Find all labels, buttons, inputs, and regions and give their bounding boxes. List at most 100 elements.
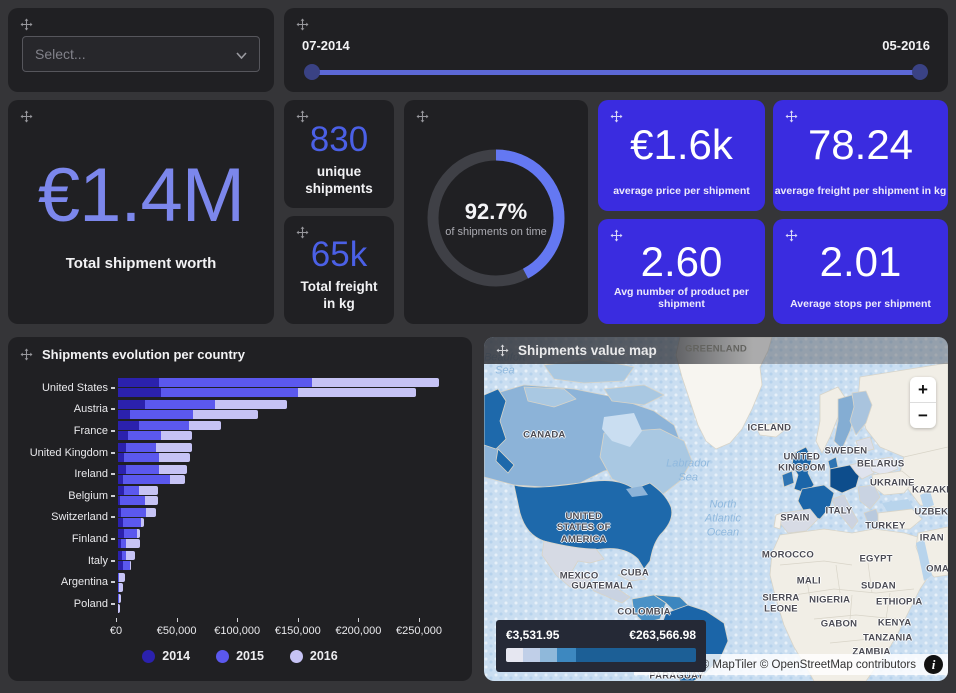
country-select[interactable]: Select...	[22, 36, 260, 72]
stacked-bar	[118, 561, 135, 570]
avg-products-label: Avg number of product per shipment	[598, 286, 765, 310]
x-tick-label: €50,000	[157, 625, 197, 637]
stacked-bar	[118, 508, 156, 517]
legend-gradient-bar	[506, 648, 696, 662]
legend-max-value: €263,566.98	[629, 628, 696, 642]
drag-handle-icon[interactable]	[416, 110, 429, 123]
legend-dot	[142, 650, 155, 663]
map-country-label: MOROCCO	[762, 550, 814, 561]
stacked-bar	[118, 410, 287, 419]
range-end-label: 05-2016	[882, 38, 930, 53]
total-worth-label: Total shipment worth	[66, 255, 217, 272]
unique-shipments-card: 830 unique shipments	[284, 100, 394, 208]
stacked-bar	[118, 604, 121, 613]
legend-min-value: €3,531.95	[506, 628, 559, 642]
select-placeholder: Select...	[35, 46, 86, 62]
avg-products-card: 2.60 Avg number of product per shipment	[598, 219, 765, 324]
map-country-label: TANZANIA	[863, 632, 912, 643]
date-range-card: 07-2014 05-2016	[284, 8, 948, 92]
legend-gradient-step	[506, 648, 523, 662]
legend-label: 2014	[162, 649, 190, 663]
bar-group: United Kingdom	[18, 442, 468, 464]
y-tick	[111, 473, 115, 475]
country-label: Austria	[18, 403, 108, 415]
stacked-bar	[118, 388, 439, 397]
map-country-label: UNITED STATES OF AMERICA	[557, 511, 611, 545]
map-country-label: CUBA	[621, 567, 649, 578]
bar-group: France	[18, 420, 468, 442]
date-range-slider[interactable]	[308, 64, 924, 80]
map-country-label: GUATEMALA	[571, 581, 633, 592]
x-tick-label: €100,000	[214, 625, 260, 637]
total-freight-card: 65k Total freight in kg	[284, 216, 394, 324]
bar-group: Austria	[18, 399, 468, 421]
country-label: Finland	[18, 533, 108, 545]
x-tick-label: €150,000	[275, 625, 321, 637]
map-country-label: COLOMBIA	[617, 606, 670, 617]
map-country-label: TURKEY	[865, 520, 905, 531]
shipments-chart-card: Shipments evolution per country United S…	[8, 337, 472, 681]
bar-group: Italy	[18, 550, 468, 572]
avg-price-card: €1.6k average price per shipment	[598, 100, 765, 211]
bar-group: Finland	[18, 528, 468, 550]
map-country-label: SIERRA LEONE	[762, 592, 799, 615]
map-country-label: ITALY	[826, 505, 853, 516]
map-country-label: UNITED KINGDOM	[778, 451, 825, 474]
legend-dot	[290, 650, 303, 663]
country-label: Belgium	[18, 490, 108, 502]
stacked-bar	[118, 443, 192, 452]
stacked-bar	[118, 421, 221, 430]
slider-handle-start[interactable]	[304, 64, 320, 80]
country-label: Poland	[18, 598, 108, 610]
map-country-label: SUDAN	[861, 581, 896, 592]
country-label: Argentina	[18, 576, 108, 588]
map-country-label: IRAN	[920, 533, 944, 544]
country-label: United States	[18, 382, 108, 394]
map-sea-label: Labrador Sea	[666, 457, 710, 485]
drag-handle-icon[interactable]	[20, 348, 33, 361]
avg-stops-value: 2.01	[820, 238, 902, 286]
avg-products-value: 2.60	[641, 238, 723, 286]
on-time-gauge-card: 92.7% of shipments on time	[404, 100, 588, 324]
y-tick	[111, 452, 115, 454]
shipments-map-card: GREENLANDICELANDSWEDENCANADAUNITED KINGD…	[484, 337, 948, 681]
legend-gradient-step	[557, 648, 576, 662]
legend-item[interactable]: 2015	[216, 649, 264, 663]
total-worth-card: €1.4M Total shipment worth	[8, 100, 274, 324]
drag-handle-icon[interactable]	[296, 18, 309, 31]
legend-item[interactable]: 2014	[142, 649, 190, 663]
legend-label: 2016	[310, 649, 338, 663]
total-worth-value: €1.4M	[38, 152, 244, 239]
map-country-label: UZBEKISTAN	[914, 507, 948, 518]
zoom-out-button[interactable]: −	[910, 403, 936, 428]
stacked-bar	[118, 551, 135, 560]
map-title: Shipments value map	[518, 343, 657, 358]
y-tick	[111, 430, 115, 432]
zoom-in-button[interactable]: +	[910, 377, 936, 402]
stacked-bar	[118, 573, 125, 582]
x-tick-label: €0	[110, 625, 122, 637]
drag-handle-icon[interactable]	[20, 18, 33, 31]
y-tick	[111, 581, 115, 583]
info-icon[interactable]: i	[924, 655, 943, 674]
legend-item[interactable]: 2016	[290, 649, 338, 663]
stacked-bar	[118, 539, 140, 548]
avg-stops-label: Average stops per shipment	[773, 298, 948, 310]
slider-track[interactable]	[308, 70, 924, 75]
bar-group: Ireland	[18, 463, 468, 485]
drag-handle-icon[interactable]	[496, 344, 509, 357]
map-country-label: CANADA	[523, 429, 565, 440]
x-tick-mark	[116, 618, 117, 622]
filter-card: Select...	[8, 8, 274, 92]
map-color-legend: €3,531.95 €263,566.98	[496, 620, 706, 672]
y-tick	[111, 516, 115, 518]
y-tick	[111, 408, 115, 410]
country-label: France	[18, 425, 108, 437]
map-country-label: OMAN	[926, 563, 948, 574]
slider-handle-end[interactable]	[912, 64, 928, 80]
chart-title: Shipments evolution per country	[42, 347, 245, 362]
map-zoom-control: + −	[910, 377, 936, 428]
x-tick-mark	[237, 618, 238, 622]
on-time-label: of shipments on time	[445, 226, 547, 238]
avg-freight-card: 78.24 average freight per shipment in kg	[773, 100, 948, 211]
